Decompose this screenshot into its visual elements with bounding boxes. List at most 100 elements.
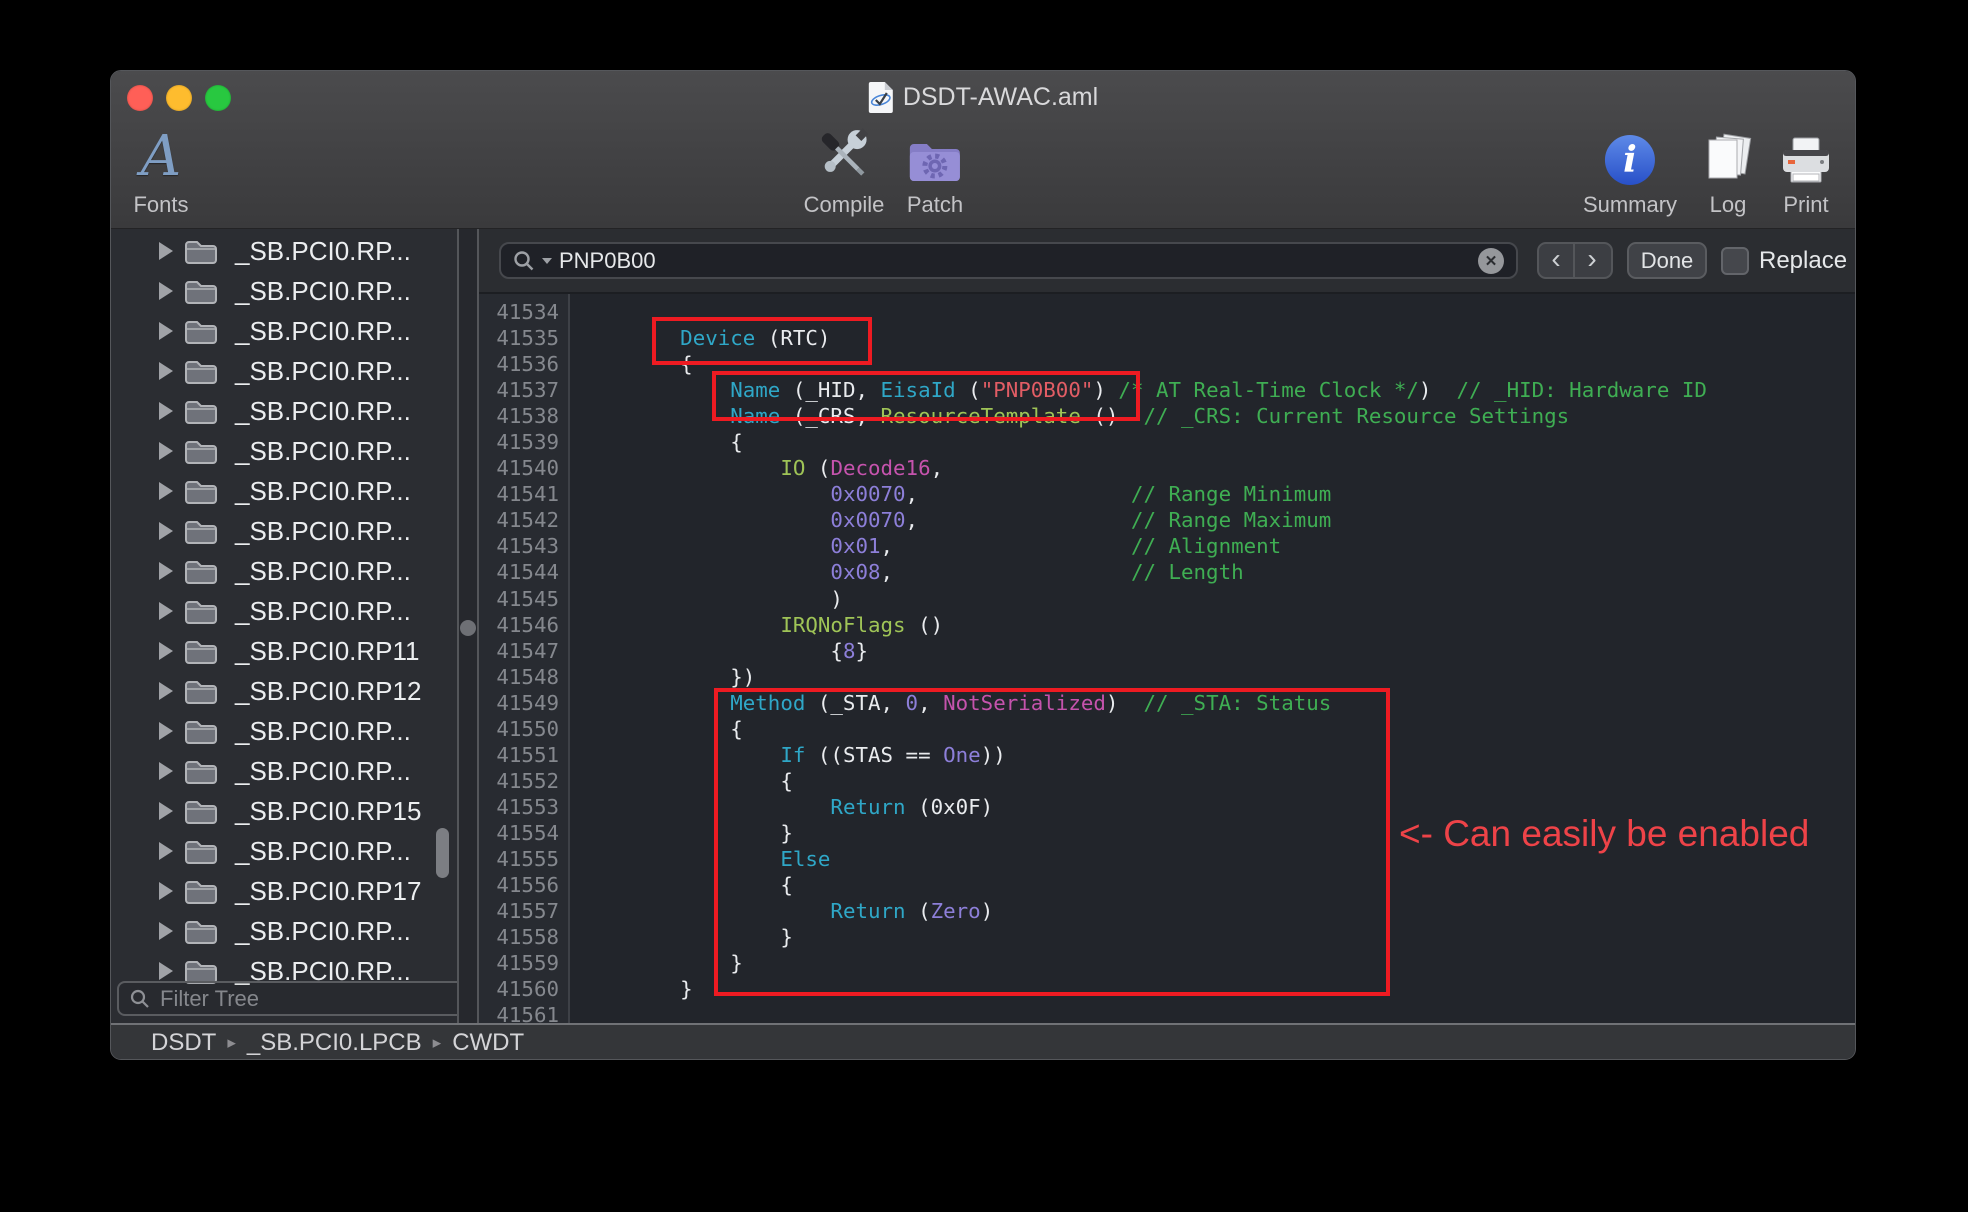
disclosure-triangle-icon[interactable]: [159, 562, 173, 580]
breadcrumb-item[interactable]: DSDT: [151, 1029, 216, 1057]
tree-item[interactable]: _SB.PCI0.RP11: [111, 631, 457, 671]
toolbar-label-fonts: Fonts: [133, 192, 188, 218]
find-previous-button[interactable]: ‹: [1539, 244, 1575, 277]
line-number: 41560: [479, 976, 568, 1002]
clear-search-button[interactable]: ✕: [1478, 248, 1504, 274]
tree-item[interactable]: _SB.PCI0.RP...: [111, 231, 457, 271]
tree-item[interactable]: _SB.PCI0.RP...: [111, 711, 457, 751]
toolbar-item-summary[interactable]: i Summary: [1583, 121, 1677, 218]
tree-item[interactable]: _SB.PCI0.RP12: [111, 671, 457, 711]
disclosure-triangle-icon[interactable]: [159, 402, 173, 420]
tree-item[interactable]: _SB.PCI0.RP...: [111, 431, 457, 471]
app-window: DSDT-AWAC.aml A Fonts: [110, 70, 1856, 1060]
tree-item[interactable]: _SB.PCI0.RP...: [111, 471, 457, 511]
tree-item[interactable]: _SB.PCI0.RP...: [111, 551, 457, 591]
disclosure-triangle-icon[interactable]: [159, 642, 173, 660]
tree-item[interactable]: _SB.PCI0.RP...: [111, 831, 457, 871]
code-line: 41540 IO (Decode16,: [479, 455, 1855, 481]
filter-tree-field[interactable]: Filter Tree: [117, 981, 457, 1016]
folder-icon: [184, 878, 218, 905]
disclosure-triangle-icon[interactable]: [159, 602, 173, 620]
toolbar-item-log[interactable]: Log: [1700, 121, 1756, 218]
sidebar-scrollbar-thumb[interactable]: [436, 828, 449, 878]
minimize-button[interactable]: [166, 85, 192, 111]
search-input[interactable]: PNP0B00 ✕: [499, 242, 1518, 279]
toolbar-item-patch[interactable]: Patch: [907, 121, 963, 218]
disclosure-triangle-icon[interactable]: [159, 922, 173, 940]
tree-item[interactable]: _SB.PCI0.RP...: [111, 591, 457, 631]
disclosure-triangle-icon[interactable]: [159, 762, 173, 780]
tree-item-label: _SB.PCI0.RP...: [235, 596, 411, 627]
code-line: 41546 IRQNoFlags (): [479, 612, 1855, 638]
tree-item[interactable]: _SB.PCI0.RP...: [111, 391, 457, 431]
folder-icon: [184, 398, 218, 425]
breadcrumb-item[interactable]: _SB.PCI0.LPCB: [247, 1029, 422, 1057]
line-number: 41553: [479, 794, 568, 820]
find-next-button[interactable]: ›: [1575, 244, 1609, 277]
folder-icon: [184, 918, 218, 945]
disclosure-triangle-icon[interactable]: [159, 322, 173, 340]
tree-item[interactable]: _SB.PCI0.RP...: [111, 911, 457, 951]
annotation-box-device-rtc: [652, 317, 872, 365]
code-editor[interactable]: 41534 41535 Device (RTC) 41536 { 41537 N…: [479, 294, 1855, 1023]
tree-item[interactable]: _SB.PCI0.RP17: [111, 871, 457, 911]
done-button[interactable]: Done: [1627, 242, 1707, 279]
disclosure-triangle-icon[interactable]: [159, 482, 173, 500]
toolbar-item-print[interactable]: Print: [1779, 121, 1833, 218]
disclosure-triangle-icon[interactable]: [159, 962, 173, 980]
toolbar-label-compile: Compile: [804, 192, 885, 218]
toolbar-label-patch: Patch: [907, 192, 963, 218]
breadcrumb: DSDT▸_SB.PCI0.LPCB▸CWDT: [151, 1029, 524, 1057]
window-title-group: DSDT-AWAC.aml: [868, 81, 1098, 113]
code-line: 41542 0x0070, // Range Maximum: [479, 507, 1855, 533]
code-text: IO (Decode16,: [568, 455, 943, 481]
line-number: 41543: [479, 533, 568, 559]
replace-label: Replace: [1759, 247, 1847, 275]
code-line: 41545 ): [479, 586, 1855, 612]
search-icon: [130, 989, 150, 1009]
sidebar-tree-panel[interactable]: _SB.PCI0.RP... _SB.PCI0.RP... _SB.PCI0.R…: [111, 229, 457, 1023]
replace-checkbox[interactable]: [1721, 247, 1749, 275]
search-query[interactable]: PNP0B00: [559, 248, 1471, 274]
tree-item[interactable]: _SB.PCI0.RP...: [111, 511, 457, 551]
code-text: 0x01, // Alignment: [568, 533, 1281, 559]
tree-item[interactable]: _SB.PCI0.RP...: [111, 271, 457, 311]
titlebar[interactable]: DSDT-AWAC.aml: [111, 71, 1855, 119]
code-text: {: [568, 429, 743, 455]
disclosure-triangle-icon[interactable]: [159, 362, 173, 380]
folder-icon: [184, 758, 218, 785]
folder-icon: [184, 718, 218, 745]
disclosure-triangle-icon[interactable]: [159, 882, 173, 900]
disclosure-triangle-icon[interactable]: [159, 722, 173, 740]
tree-item-label: _SB.PCI0.RP12: [235, 676, 421, 707]
toolbar-item-compile[interactable]: Compile: [804, 121, 885, 218]
disclosure-triangle-icon[interactable]: [159, 282, 173, 300]
tree-item[interactable]: _SB.PCI0.RP15: [111, 791, 457, 831]
zoom-button[interactable]: [205, 85, 231, 111]
breadcrumb-item[interactable]: CWDT: [452, 1029, 524, 1057]
tree-item[interactable]: _SB.PCI0.RP...: [111, 751, 457, 791]
disclosure-triangle-icon[interactable]: [159, 802, 173, 820]
disclosure-triangle-icon[interactable]: [159, 522, 173, 540]
line-number: 41539: [479, 429, 568, 455]
disclosure-triangle-icon[interactable]: [159, 842, 173, 860]
disclosure-triangle-icon[interactable]: [159, 682, 173, 700]
folder-icon: [184, 478, 218, 505]
toolbar-item-fonts[interactable]: A Fonts: [133, 121, 188, 218]
tree-item-label: _SB.PCI0.RP...: [235, 396, 411, 427]
close-button[interactable]: [127, 85, 153, 111]
code-line: 41543 0x01, // Alignment: [479, 533, 1855, 559]
line-number: 41551: [479, 742, 568, 768]
splitter-dimple-icon[interactable]: [460, 620, 476, 636]
folder-icon: [184, 318, 218, 345]
filter-placeholder: Filter Tree: [160, 986, 259, 1012]
annotation-box-sta-method: [714, 688, 1390, 996]
tree-item-label: _SB.PCI0.RP17: [235, 876, 421, 907]
line-number: 41542: [479, 507, 568, 533]
pane-splitter[interactable]: [457, 229, 479, 1023]
tree-item[interactable]: _SB.PCI0.RP...: [111, 311, 457, 351]
disclosure-triangle-icon[interactable]: [159, 442, 173, 460]
disclosure-triangle-icon[interactable]: [159, 242, 173, 260]
tree-item[interactable]: _SB.PCI0.RP...: [111, 351, 457, 391]
search-scope-chevron-icon[interactable]: [542, 258, 552, 264]
